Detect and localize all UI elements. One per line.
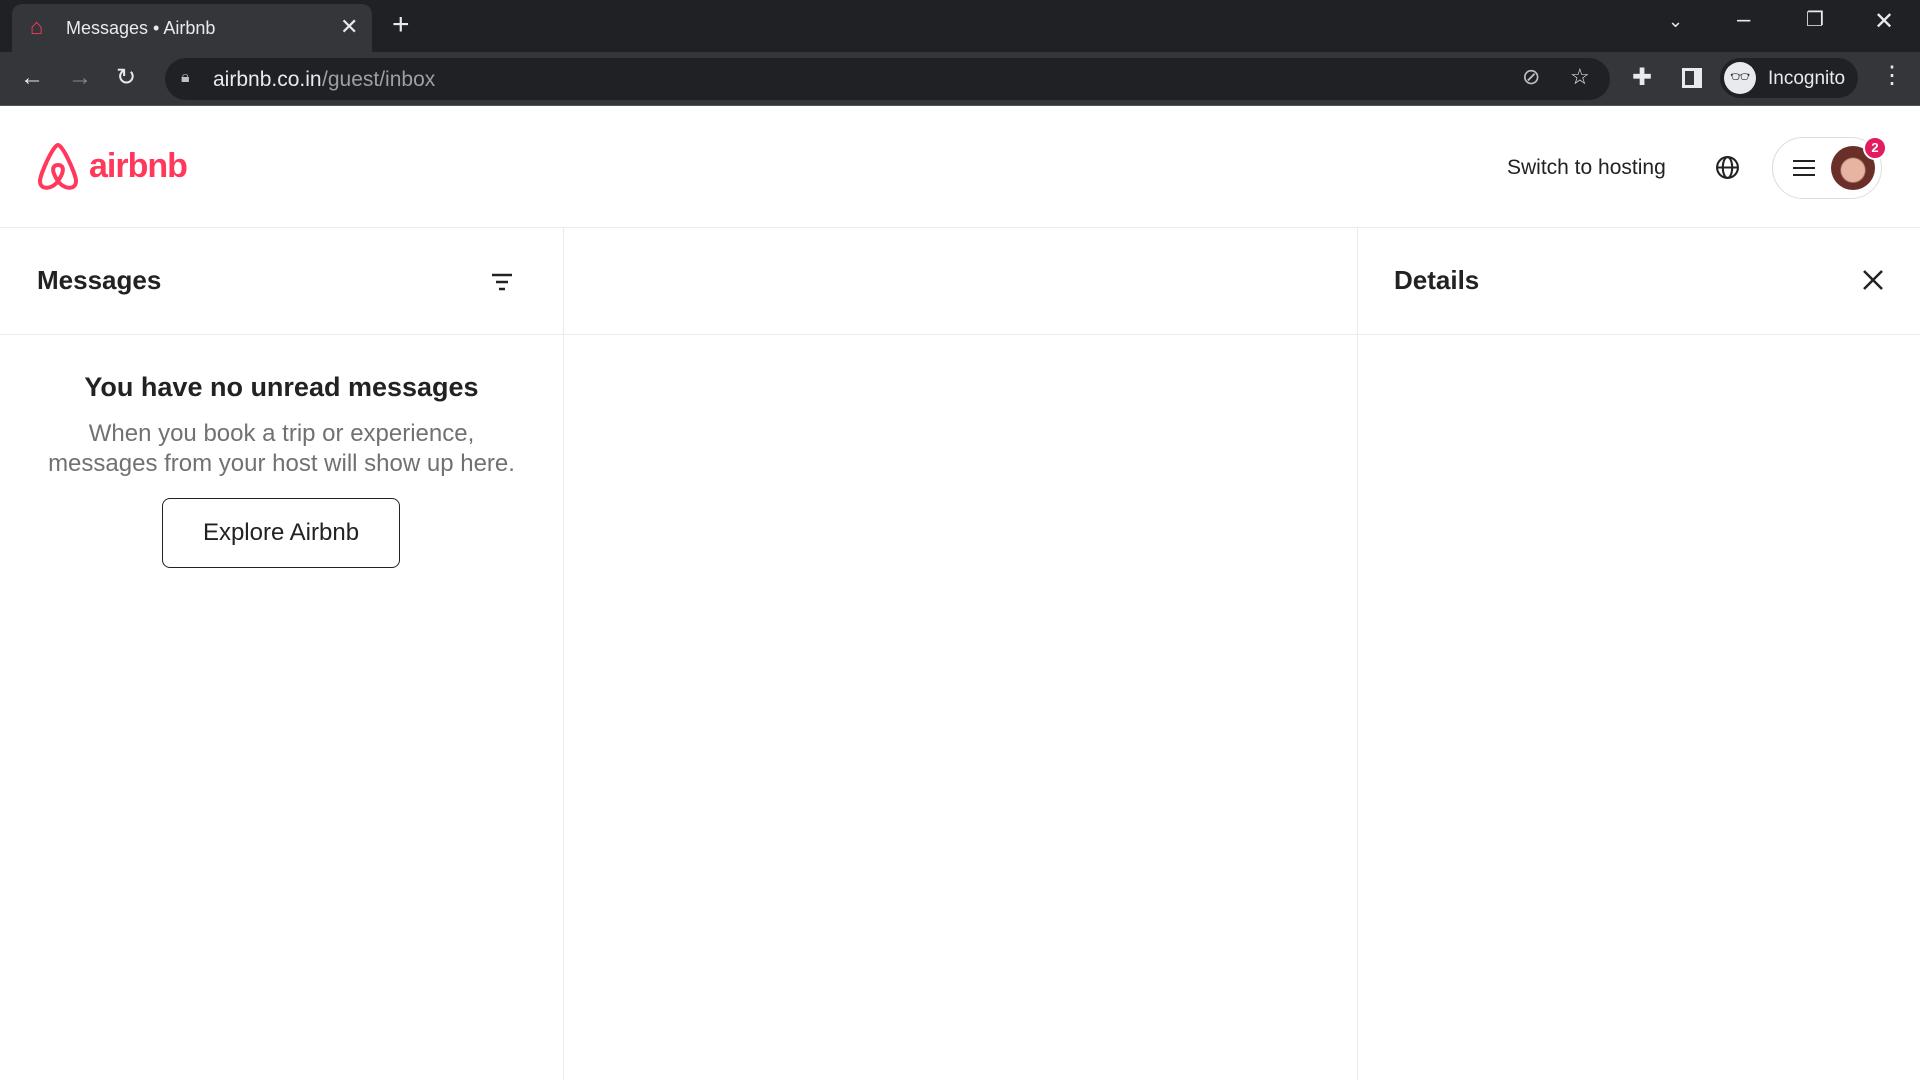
messages-pane: Messages You have no unread messages Whe…	[0, 228, 563, 1080]
eye-off-icon[interactable]: ⊘	[1522, 66, 1540, 88]
left-pane-divider	[563, 228, 564, 1080]
airbnb-logo-icon	[37, 142, 79, 190]
incognito-profile-button[interactable]: 👓︎ Incognito	[1720, 58, 1858, 98]
extensions-icon[interactable]: ✚	[1632, 66, 1652, 90]
restore-icon[interactable]: ❐	[1806, 10, 1824, 30]
url-domain: airbnb.co.in	[213, 68, 322, 91]
url-path: /guest/inbox	[322, 68, 436, 91]
empty-line-2: messages from your host will show up her…	[48, 450, 515, 477]
empty-title: You have no unread messages	[84, 372, 479, 402]
close-window-icon[interactable]: ✕	[1874, 10, 1894, 34]
forward-icon[interactable]: →	[68, 66, 92, 90]
reload-icon[interactable]: ↻	[116, 66, 136, 90]
back-icon[interactable]: ←	[20, 66, 44, 90]
bookmark-star-icon[interactable]: ☆	[1570, 66, 1590, 88]
lock-icon: 🔒︎	[181, 69, 190, 86]
notification-badge: 2	[1863, 136, 1887, 160]
profile-label: Incognito	[1768, 68, 1846, 89]
details-pane: Details	[1358, 228, 1920, 1080]
side-panel-icon[interactable]	[1682, 68, 1702, 88]
browser-toolbar: ← → ↻ 🔒︎ airbnb.co.in /guest/inbox ⊘ ☆ ✚…	[0, 52, 1920, 106]
new-tab-icon[interactable]: +	[392, 10, 410, 40]
messages-title: Messages	[37, 265, 162, 295]
hamburger-menu-icon	[1793, 160, 1815, 176]
switch-to-hosting-link[interactable]: Switch to hosting	[1507, 156, 1666, 180]
user-menu-button[interactable]: 2	[1772, 136, 1887, 199]
address-bar[interactable]: 🔒︎ airbnb.co.in /guest/inbox ⊘ ☆	[165, 58, 1610, 100]
globe-icon[interactable]	[1715, 155, 1740, 180]
browser-tab[interactable]: ⌂ Messages • Airbnb ✕	[12, 4, 372, 52]
tab-search-chevron-icon[interactable]: ⌄	[1668, 12, 1683, 30]
airbnb-logo[interactable]: airbnb	[35, 141, 188, 191]
tab-title: Messages • Airbnb	[66, 18, 216, 38]
close-tab-icon[interactable]: ✕	[340, 16, 358, 38]
site-header: airbnb Switch to hosting 2	[0, 106, 1920, 228]
filter-icon[interactable]	[490, 272, 514, 294]
empty-line-1: When you book a trip or experience,	[88, 420, 475, 447]
browser-tab-bar: ⌂ Messages • Airbnb ✕ + ⌄ – ❐ ✕	[0, 0, 1920, 52]
incognito-icon: 👓︎	[1724, 62, 1756, 94]
details-title: Details	[1394, 265, 1480, 295]
logo-text: airbnb	[89, 146, 188, 185]
minimize-icon[interactable]: –	[1737, 8, 1750, 32]
browser-menu-icon[interactable]: ⋮	[1880, 64, 1904, 88]
close-details-icon[interactable]	[1861, 268, 1885, 292]
empty-state: You have no unread messages When you boo…	[0, 372, 563, 479]
explore-airbnb-button[interactable]: Explore Airbnb	[162, 498, 400, 568]
airbnb-favicon-icon: ⌂	[30, 14, 44, 39]
